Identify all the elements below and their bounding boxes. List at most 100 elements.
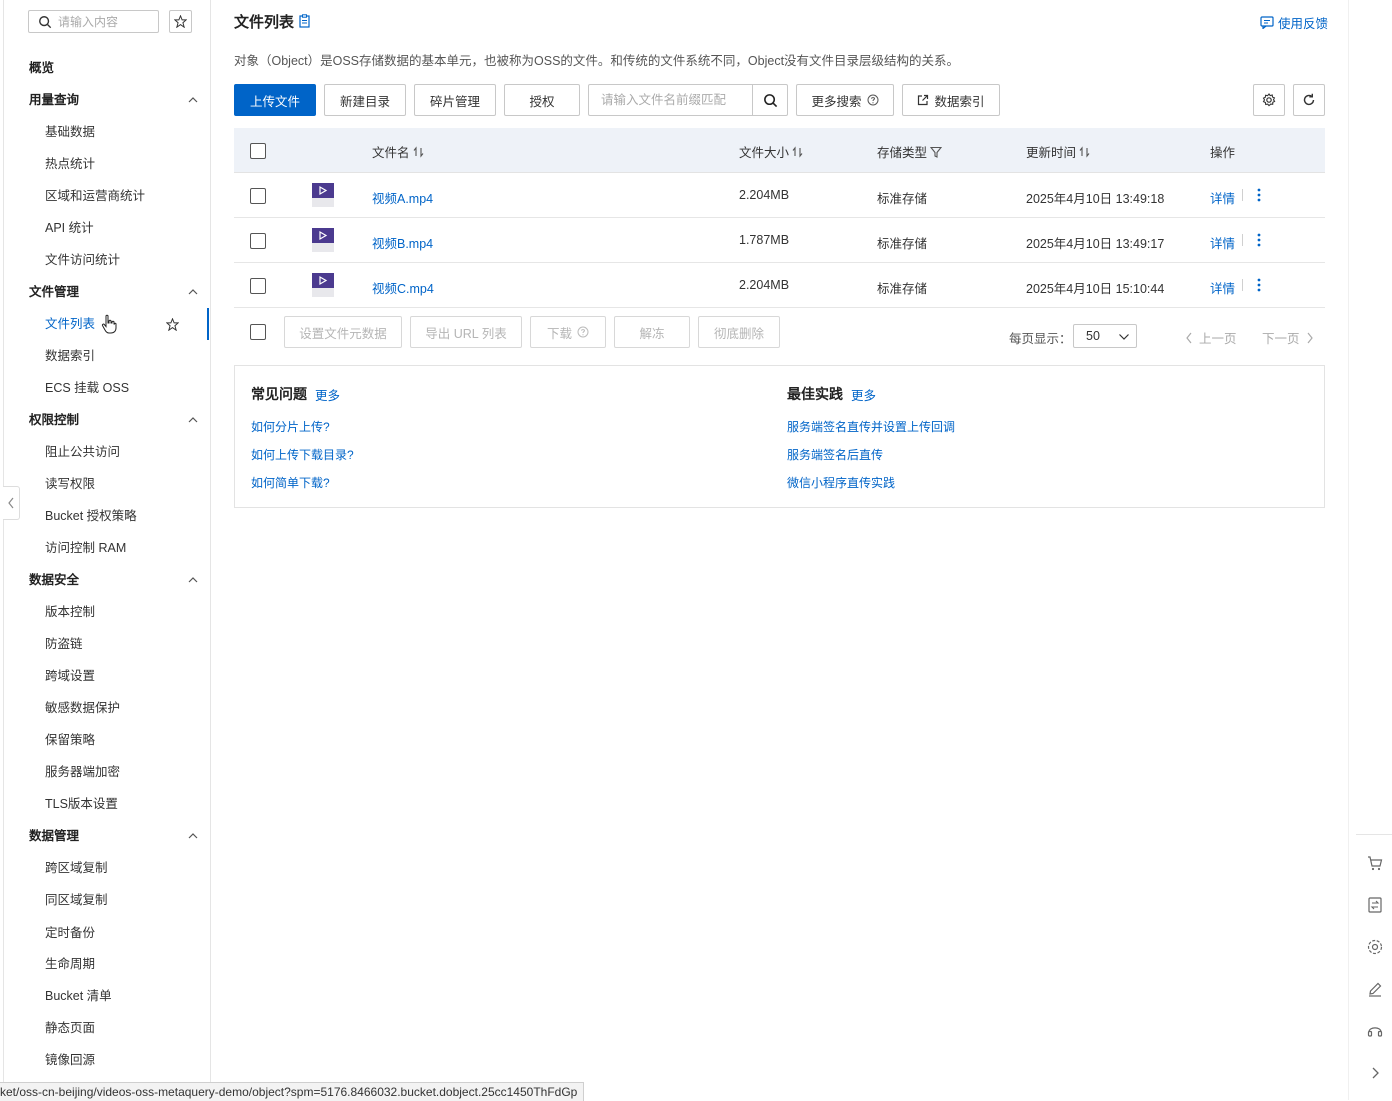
sidebar-item-data-index[interactable]: 数据索引 xyxy=(45,344,95,368)
permanent-delete-button[interactable]: 彻底删除 xyxy=(698,316,780,348)
sidebar-item-rw-permission[interactable]: 读写权限 xyxy=(45,472,95,496)
sort-icon[interactable] xyxy=(413,145,425,158)
best-practice-link[interactable]: 服务端签名直传并设置上传回调 xyxy=(787,418,955,435)
authorize-button[interactable]: 授权 xyxy=(504,84,580,116)
sidebar-item-srr[interactable]: 同区域复制 xyxy=(45,888,108,912)
sidebar-item-inventory[interactable]: Bucket 清单 xyxy=(45,984,112,1008)
sidebar-item-lifecycle[interactable]: 生命周期 xyxy=(45,952,95,976)
sidebar-item-hotspot[interactable]: 热点统计 xyxy=(45,152,95,176)
collapse-sidebar-button[interactable] xyxy=(3,486,20,520)
more-icon[interactable] xyxy=(1256,278,1262,292)
sidebar-item-static-page[interactable]: 静态页面 xyxy=(45,1016,95,1040)
sidebar-group-usage[interactable]: 用量查询 xyxy=(29,88,79,112)
sidebar-item-sensitive-data[interactable]: 敏感数据保护 xyxy=(45,696,120,720)
file-name-link[interactable]: 视频A.mp4 xyxy=(372,188,433,207)
upload-file-button[interactable]: 上传文件 xyxy=(234,84,316,116)
chevron-up-icon[interactable] xyxy=(187,830,199,842)
detail-link[interactable]: 详情 xyxy=(1210,233,1235,252)
sidebar-group-files[interactable]: 文件管理 xyxy=(29,280,79,304)
file-search[interactable] xyxy=(588,84,788,116)
faq-link[interactable]: 如何上传下载目录? xyxy=(251,446,354,463)
chevron-up-icon[interactable] xyxy=(187,574,199,586)
set-metadata-button[interactable]: 设置文件元数据 xyxy=(284,316,402,348)
filter-icon[interactable] xyxy=(930,146,943,158)
new-directory-button[interactable]: 新建目录 xyxy=(324,84,406,116)
sidebar-item-ecs-mount[interactable]: ECS 挂载 OSS xyxy=(45,376,129,400)
sidebar-item-hotlink[interactable]: 防盗链 xyxy=(45,632,83,656)
video-file-icon xyxy=(312,183,334,207)
more-icon[interactable] xyxy=(1256,233,1262,247)
fragment-management-button[interactable]: 碎片管理 xyxy=(414,84,496,116)
sidebar-item-encryption[interactable]: 服务器端加密 xyxy=(45,760,120,784)
sidebar-group-data-management[interactable]: 数据管理 xyxy=(29,824,79,848)
settings-icon[interactable] xyxy=(1366,938,1384,956)
sidebar-item-versioning[interactable]: 版本控制 xyxy=(45,600,95,624)
sidebar-group-permissions[interactable]: 权限控制 xyxy=(29,408,79,432)
sidebar-search-input[interactable] xyxy=(58,14,150,29)
sidebar-item-backup[interactable]: 定时备份 xyxy=(45,921,95,945)
chevron-right-icon[interactable] xyxy=(1366,1064,1384,1082)
unfreeze-button[interactable]: 解冻 xyxy=(614,316,690,348)
file-name-link[interactable]: 视频C.mp4 xyxy=(372,278,434,297)
chevron-up-icon[interactable] xyxy=(187,414,199,426)
faq-link[interactable]: 如何分片上传? xyxy=(251,418,330,435)
prev-page-button[interactable]: 上一页 xyxy=(1185,328,1237,347)
best-practice-link[interactable]: 服务端签名后直传 xyxy=(787,446,883,463)
star-icon[interactable] xyxy=(166,318,179,331)
transfer-icon[interactable] xyxy=(1366,896,1384,914)
column-size[interactable]: 文件大小 xyxy=(739,142,804,161)
sidebar-item-tls[interactable]: TLS版本设置 xyxy=(45,792,118,816)
row-checkbox[interactable] xyxy=(250,278,266,294)
favorite-star-button[interactable] xyxy=(169,10,192,33)
search-button[interactable] xyxy=(752,85,787,115)
sidebar-item-bucket-policy[interactable]: Bucket 授权策略 xyxy=(45,504,137,528)
column-storage[interactable]: 存储类型 xyxy=(877,142,943,161)
file-name-link[interactable]: 视频B.mp4 xyxy=(372,233,433,252)
faq-more-link[interactable]: 更多 xyxy=(315,385,340,404)
sidebar-item-basic-data[interactable]: 基础数据 xyxy=(45,120,95,144)
data-index-button[interactable]: 数据索引 xyxy=(902,84,1000,116)
sidebar-group-security[interactable]: 数据安全 xyxy=(29,568,79,592)
refresh-button[interactable] xyxy=(1293,84,1325,116)
sidebar-item-block-public[interactable]: 阻止公共访问 xyxy=(45,440,120,464)
chevron-up-icon[interactable] xyxy=(187,286,199,298)
sidebar-item-ram[interactable]: 访问控制 RAM xyxy=(45,536,126,560)
sidebar-item-retention[interactable]: 保留策略 xyxy=(45,728,95,752)
sidebar-item-cors[interactable]: 跨域设置 xyxy=(45,664,95,688)
clipboard-icon[interactable] xyxy=(298,14,311,28)
feedback-link[interactable]: 使用反馈 xyxy=(1260,13,1328,32)
headset-icon[interactable] xyxy=(1366,1022,1384,1040)
detail-link[interactable]: 详情 xyxy=(1210,278,1235,297)
sidebar-item-region-isp[interactable]: 区域和运营商统计 xyxy=(45,184,145,208)
export-url-button[interactable]: 导出 URL 列表 xyxy=(410,316,522,348)
sidebar-item-crr[interactable]: 跨区域复制 xyxy=(45,856,108,880)
more-search-button[interactable]: 更多搜索 xyxy=(796,84,894,116)
detail-link[interactable]: 详情 xyxy=(1210,188,1235,207)
download-button[interactable]: 下载 xyxy=(530,316,606,348)
sidebar-item-overview[interactable]: 概览 xyxy=(29,56,54,80)
sort-icon[interactable] xyxy=(1079,145,1091,158)
sidebar-item-file-list[interactable]: 文件列表 xyxy=(45,312,95,336)
cart-icon[interactable] xyxy=(1366,854,1384,872)
column-name[interactable]: 文件名 xyxy=(372,142,425,161)
best-practice-more-link[interactable]: 更多 xyxy=(851,385,876,404)
page-size-select[interactable]: 50 xyxy=(1073,324,1137,348)
select-all-checkbox[interactable] xyxy=(250,143,266,159)
sidebar-item-api-stats[interactable]: API 统计 xyxy=(45,216,94,240)
row-checkbox[interactable] xyxy=(250,188,266,204)
row-checkbox[interactable] xyxy=(250,233,266,249)
best-practice-link[interactable]: 微信小程序直传实践 xyxy=(787,474,895,491)
more-icon[interactable] xyxy=(1256,188,1262,202)
batch-select-checkbox[interactable] xyxy=(250,324,266,340)
sidebar-item-file-access[interactable]: 文件访问统计 xyxy=(45,248,120,272)
sidebar-item-mirror[interactable]: 镜像回源 xyxy=(45,1048,95,1072)
sidebar-search[interactable] xyxy=(28,10,159,33)
file-search-input[interactable] xyxy=(601,86,751,114)
table-settings-button[interactable] xyxy=(1253,84,1285,116)
column-updated[interactable]: 更新时间 xyxy=(1026,142,1091,161)
sort-icon[interactable] xyxy=(792,145,804,158)
edit-icon[interactable] xyxy=(1366,980,1384,998)
next-page-button[interactable]: 下一页 xyxy=(1262,328,1314,347)
chevron-up-icon[interactable] xyxy=(187,94,199,106)
faq-link[interactable]: 如何简单下载? xyxy=(251,474,330,491)
